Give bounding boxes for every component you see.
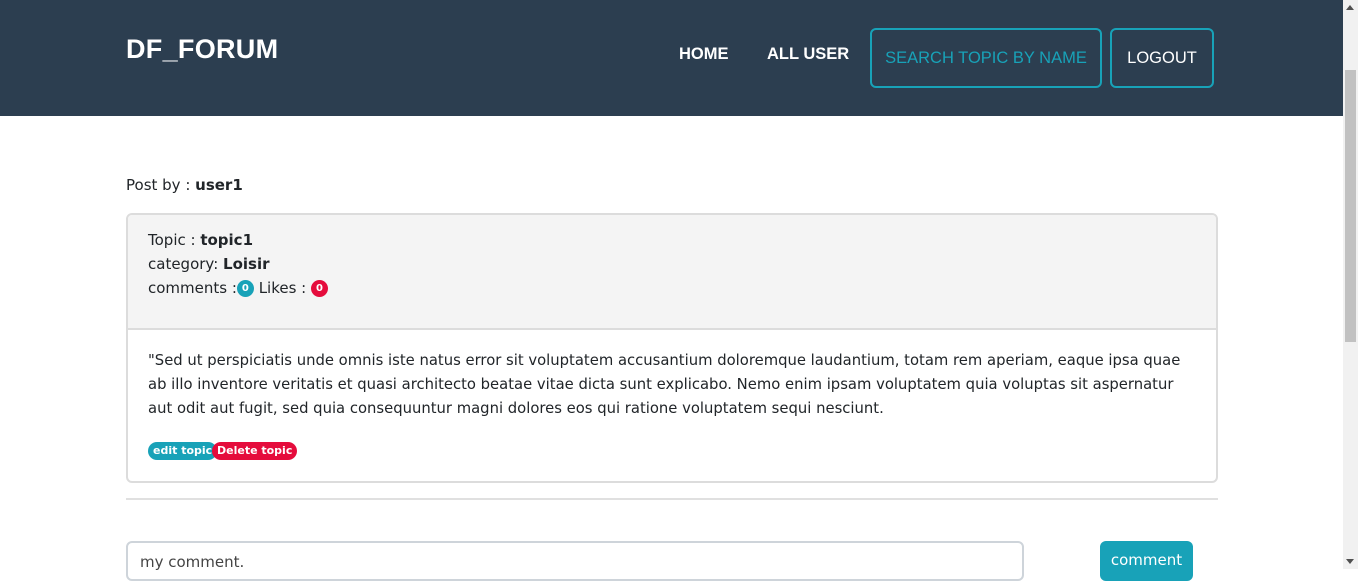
topic-card: Topic : topic1 category: Loisir comments…: [126, 213, 1218, 483]
topic-name: topic1: [200, 231, 254, 249]
comment-input[interactable]: my comment.: [126, 541, 1024, 581]
category-name: Loisir: [223, 255, 270, 273]
post-author: user1: [195, 176, 243, 194]
edit-topic-button[interactable]: edit topic: [148, 442, 218, 460]
scrollbar-thumb[interactable]: [1345, 70, 1356, 342]
likes-count-badge: 0: [311, 280, 328, 297]
nav-all-user-link[interactable]: ALL USER: [767, 45, 849, 64]
comments-count-badge: 0: [236, 280, 254, 297]
category-line: category: Loisir: [148, 255, 270, 273]
comments-label: comments :: [148, 279, 237, 297]
stats-line: comments :0 Likes : 0: [148, 279, 328, 297]
page-scrollbar[interactable]: [1343, 0, 1358, 569]
navbar: DF_FORUM HOME ALL USER SEARCH TOPIC BY N…: [0, 0, 1343, 116]
divider: [126, 498, 1218, 500]
scroll-up-arrow-icon[interactable]: [1346, 5, 1354, 10]
topic-label: Topic :: [148, 231, 201, 249]
scroll-down-arrow-icon[interactable]: [1346, 559, 1354, 564]
category-label: category:: [148, 255, 224, 273]
topic-body-text: "Sed ut perspiciatis unde omnis iste nat…: [148, 352, 1181, 417]
search-topic-button[interactable]: SEARCH TOPIC BY NAME: [870, 28, 1102, 88]
delete-topic-button[interactable]: Delete topic: [212, 442, 298, 460]
likes-label: Likes :: [258, 279, 311, 297]
comment-submit-button[interactable]: comment: [1100, 541, 1193, 581]
brand-logo[interactable]: DF_FORUM: [126, 34, 278, 65]
nav-home-link[interactable]: HOME: [679, 45, 729, 64]
topic-line: Topic : topic1: [148, 231, 253, 249]
post-by-label: Post by :: [126, 176, 196, 194]
topic-card-header: Topic : topic1 category: Loisir comments…: [128, 215, 1216, 330]
post-author-line: Post by : user1: [126, 176, 243, 194]
logout-button[interactable]: LOGOUT: [1110, 28, 1214, 88]
